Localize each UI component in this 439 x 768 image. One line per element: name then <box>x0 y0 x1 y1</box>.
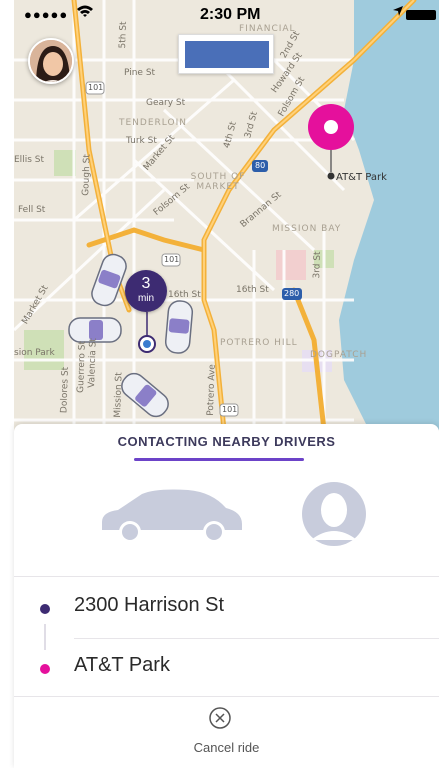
cancel-ride-button[interactable]: Cancel ride <box>14 696 439 760</box>
hospital-area <box>276 250 306 280</box>
dropoff-address: AT&T Park <box>74 654 170 676</box>
nearby-car <box>121 372 169 418</box>
map-label-pine: Pine St <box>124 68 156 78</box>
pickup-row[interactable]: 2300 Harrison St <box>14 578 439 638</box>
att-park-marker <box>327 172 335 180</box>
map-label-dolores: Dolores St <box>59 366 71 414</box>
progress-underline <box>134 458 304 461</box>
dropoff-row[interactable]: AT&T Park <box>14 638 439 698</box>
map-label-turk: Turk St <box>126 136 157 146</box>
map-label-mission-bay: MISSION BAY <box>272 224 342 234</box>
map-label-att-park: AT&T Park <box>336 172 387 183</box>
map-shield-101c: 101 <box>222 405 238 414</box>
divider <box>14 576 439 577</box>
map-label-geary: Geary St <box>146 98 186 108</box>
avatar[interactable] <box>28 38 74 84</box>
map-label-fell: Fell St <box>18 205 46 215</box>
wifi-icon <box>76 4 94 23</box>
map-label-mission-park: sion Park <box>14 348 55 358</box>
map-label-ellis: Ellis St <box>14 155 44 165</box>
map-shield-101b: 101 <box>164 255 180 264</box>
car-icon <box>96 484 246 549</box>
map-label-potrero-ave: Potrero Ave <box>205 364 218 416</box>
redacted-block <box>178 34 274 74</box>
map-label-dogpatch: DOGPATCH <box>310 350 368 360</box>
eta-unit: min <box>137 293 155 304</box>
map-label-mission-st: Mission St <box>112 372 125 418</box>
close-circle-icon <box>208 706 232 735</box>
eta-value: 3 <box>141 275 151 292</box>
pickup-dot-icon <box>40 604 50 614</box>
map-label-valencia: Valencia St <box>87 337 99 389</box>
status-time: 2:30 PM <box>200 6 261 23</box>
eta-bubble: 3 min <box>125 270 167 312</box>
location-arrow-icon <box>392 4 404 22</box>
ride-request-panel: CONTACTING NEARBY DRIVERS 2300 Harrison … <box>14 424 439 768</box>
pickup-address: 2300 Harrison St <box>74 594 225 616</box>
map-label-gough: Gough St <box>81 153 93 197</box>
signal-strength: ●●●●● <box>24 7 69 22</box>
cancel-ride-label: Cancel ride <box>193 740 260 755</box>
map-label-16th-w: 16th St <box>168 290 201 300</box>
map-label-potrero-hill: POTRERO HILL <box>220 338 298 348</box>
dropoff-dot-icon <box>40 664 50 674</box>
map-label-guerrero: Guerrero St <box>76 340 88 394</box>
map-shield-101a: 101 <box>88 83 104 92</box>
map-shield-280: 280 <box>284 289 300 298</box>
bay-water <box>339 0 439 430</box>
map-label-south-of-market: SOUTH OF MARKET <box>190 172 246 192</box>
nearby-car <box>164 300 194 354</box>
panel-title: CONTACTING NEARBY DRIVERS <box>117 434 336 449</box>
map-shield-80: 80 <box>255 161 266 170</box>
battery-icon <box>406 10 436 20</box>
map-label-16th: 16th St <box>236 285 269 295</box>
status-bar: ●●●●● 2:30 PM <box>14 0 439 30</box>
driver-silhouette-icon <box>299 482 369 551</box>
map-label-tenderloin: TENDERLOIN <box>119 118 187 128</box>
map-label-3rd-s: 3rd St <box>312 251 324 279</box>
